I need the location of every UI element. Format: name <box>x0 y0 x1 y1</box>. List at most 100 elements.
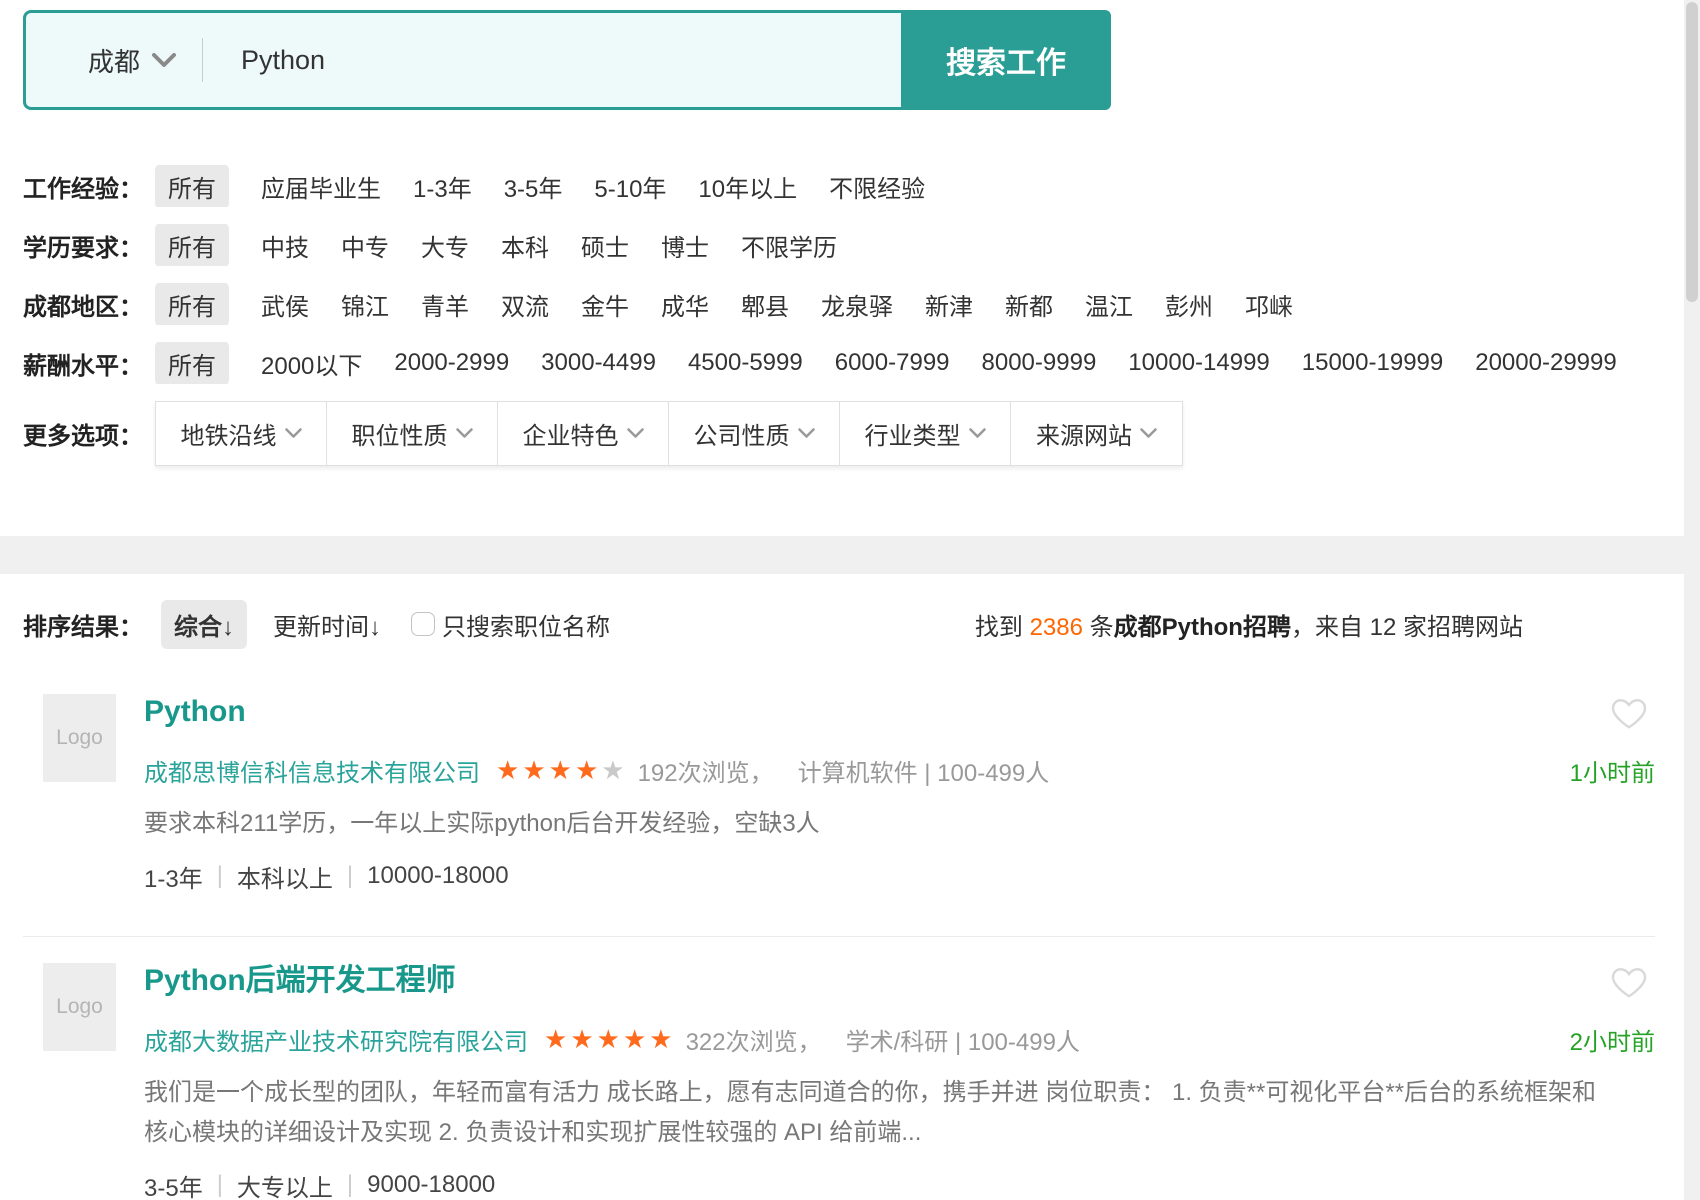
filter-dropdown[interactable]: 来源网站 <box>1011 402 1182 465</box>
filter-label: 薪酬水平： <box>23 346 155 381</box>
job-title-link[interactable]: Python <box>144 694 1655 730</box>
filter-dropdown[interactable]: 公司性质 <box>669 402 840 465</box>
star-rating: ★★★★★ <box>544 1026 676 1052</box>
filter-option[interactable]: 中技 <box>261 228 309 263</box>
city-selector[interactable]: 成都 <box>26 42 202 79</box>
company-link[interactable]: 成都思博信科信息技术有限公司 <box>144 753 480 788</box>
filter-option[interactable]: 邛崃 <box>1245 287 1293 322</box>
experience-req: 3-5年 <box>144 1168 203 1200</box>
filter-label: 工作经验： <box>23 169 155 204</box>
company-row: 成都大数据产业技术研究院有限公司 ★★★★★ 322次浏览， 学术/科研 | 1… <box>144 1023 1655 1055</box>
star-filled-icon: ★ <box>570 1024 596 1054</box>
filter-option[interactable]: 15000-19999 <box>1302 349 1443 377</box>
dropdown-group: 地铁沿线 职位性质 企业特色 公司性质 行业类型 来源网站 <box>155 401 1183 466</box>
sort-comprehensive-button[interactable]: 综合↓ <box>161 600 247 649</box>
filter-label: 成都地区： <box>23 287 155 322</box>
filter-option[interactable]: 所有 <box>155 342 229 384</box>
industry-size: 学术/科研 | 100-499人 <box>846 1022 1080 1057</box>
filter-option[interactable]: 10000-14999 <box>1128 349 1269 377</box>
job-description: 要求本科211学历，一年以上实际python后台开发经验，空缺3人 <box>144 804 1604 844</box>
dropdown-label: 地铁沿线 <box>181 416 277 451</box>
filter-option[interactable]: 5-10年 <box>594 169 666 204</box>
divider: | <box>347 1171 353 1199</box>
filter-option[interactable]: 2000-2999 <box>394 349 509 377</box>
filter-option[interactable]: 新都 <box>1005 287 1053 322</box>
filter-option[interactable]: 1-3年 <box>413 169 472 204</box>
filter-option[interactable]: 温江 <box>1085 287 1133 322</box>
star-filled-icon: ★ <box>549 755 575 785</box>
filter-option[interactable]: 2000以下 <box>261 346 362 381</box>
filter-option[interactable]: 大专 <box>421 228 469 263</box>
star-filled-icon: ★ <box>544 1024 570 1054</box>
filter-option[interactable]: 应届毕业生 <box>261 169 381 204</box>
filter-dropdown[interactable]: 地铁沿线 <box>156 402 327 465</box>
checkbox-icon[interactable] <box>411 612 435 636</box>
dropdown-label: 企业特色 <box>523 416 619 451</box>
filter-option[interactable]: 龙泉驿 <box>821 287 893 322</box>
filter-option[interactable]: 博士 <box>661 228 709 263</box>
more-options-label: 更多选项： <box>23 416 155 451</box>
results-keyword: 成都Python招聘 <box>1114 614 1291 641</box>
filter-option[interactable]: 本科 <box>501 228 549 263</box>
chevron-down-icon <box>798 428 815 439</box>
education-req: 大专以上 <box>237 1168 333 1200</box>
filter-dropdown[interactable]: 行业类型 <box>840 402 1011 465</box>
results-unit: 条 <box>1083 614 1114 641</box>
education-req: 本科以上 <box>237 859 333 894</box>
scrollbar-thumb[interactable] <box>1686 2 1698 302</box>
divider: | <box>217 862 223 890</box>
filter-option[interactable]: 所有 <box>155 224 229 266</box>
filter-option[interactable]: 20000-29999 <box>1475 349 1616 377</box>
filter-option[interactable]: 彭州 <box>1165 287 1213 322</box>
job-card: Logo Python 成都思博信科信息技术有限公司 ★★★★★ 192次浏览，… <box>23 646 1655 937</box>
search-button[interactable]: 搜索工作 <box>901 10 1111 110</box>
filter-option[interactable]: 8000-9999 <box>982 349 1097 377</box>
favorite-heart-icon[interactable] <box>1611 965 1647 999</box>
chevron-down-icon <box>285 428 302 439</box>
filter-option[interactable]: 中专 <box>341 228 389 263</box>
filter-option[interactable]: 硕士 <box>581 228 629 263</box>
filter-option[interactable]: 锦江 <box>341 287 389 322</box>
view-count: 322次浏览， <box>686 1022 822 1057</box>
filter-option[interactable]: 成华 <box>661 287 709 322</box>
filter-option[interactable]: 不限经验 <box>829 169 925 204</box>
star-filled-icon: ★ <box>623 1024 649 1054</box>
scrollbar-track[interactable] <box>1684 0 1700 1200</box>
filter-option[interactable]: 双流 <box>501 287 549 322</box>
posted-time: 1小时前 <box>1570 753 1655 788</box>
filter-option[interactable]: 不限学历 <box>741 228 837 263</box>
search-box: 成都 <box>23 10 901 110</box>
star-rating: ★★★★★ <box>496 757 628 783</box>
sort-update-time-button[interactable]: 更新时间↓ <box>273 607 381 642</box>
title-only-filter[interactable]: 只搜索职位名称 <box>411 607 610 642</box>
filter-option[interactable]: 青羊 <box>421 287 469 322</box>
filter-options: 所有 2000以下 2000-2999 3000-4499 4500-5999 6000-… <box>155 342 1617 384</box>
filter-option[interactable]: 武侯 <box>261 287 309 322</box>
filter-option[interactable]: 6000-7999 <box>835 349 950 377</box>
filter-label: 学历要求： <box>23 228 155 263</box>
filter-option[interactable]: 新津 <box>925 287 973 322</box>
filter-dropdown[interactable]: 职位性质 <box>327 402 498 465</box>
job-body: Python 成都思博信科信息技术有限公司 ★★★★★ 192次浏览， 计算机软… <box>144 694 1655 892</box>
company-link[interactable]: 成都大数据产业技术研究院有限公司 <box>144 1022 528 1057</box>
search-bar: 成都 搜索工作 <box>23 10 1111 110</box>
filter-option[interactable]: 3000-4499 <box>541 349 656 377</box>
filter-option[interactable]: 金牛 <box>581 287 629 322</box>
sort-bar: 排序结果： 综合↓ 更新时间↓ 只搜索职位名称 找到 2386 条成都Pytho… <box>23 602 1523 646</box>
filter-option[interactable]: 郫县 <box>741 287 789 322</box>
filter-row: 成都地区： 所有武侯锦江青羊双流金牛成华郫县龙泉驿新津新都温江彭州邛崃 <box>23 283 1631 325</box>
job-title-link[interactable]: Python后端开发工程师 <box>144 963 1655 999</box>
favorite-heart-icon[interactable] <box>1611 696 1647 730</box>
filter-option[interactable]: 10年以上 <box>698 169 797 204</box>
filter-option[interactable]: 所有 <box>155 283 229 325</box>
filter-option[interactable]: 所有 <box>155 165 229 207</box>
filter-option[interactable]: 3-5年 <box>504 169 563 204</box>
section-separator <box>0 536 1700 574</box>
filter-dropdown[interactable]: 企业特色 <box>498 402 669 465</box>
search-input[interactable] <box>203 45 901 76</box>
filter-row: 学历要求： 所有中技中专大专本科硕士博士不限学历 <box>23 224 1631 266</box>
star-filled-icon: ★ <box>575 755 601 785</box>
experience-req: 1-3年 <box>144 859 203 894</box>
filter-option[interactable]: 4500-5999 <box>688 349 803 377</box>
industry-size: 计算机软件 | 100-499人 <box>798 753 1050 788</box>
